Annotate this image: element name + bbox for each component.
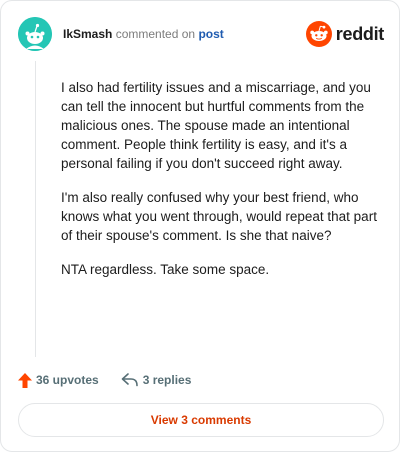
snoo-avatar-icon[interactable] [18, 17, 52, 51]
upvote-button[interactable]: 36 upvotes [18, 372, 99, 388]
comment-meta: IkSmash commented on post [63, 26, 224, 42]
upvote-arrow-icon [18, 372, 32, 388]
post-link[interactable]: post [198, 27, 223, 41]
author-name[interactable]: IkSmash [63, 27, 112, 41]
comment-header: IkSmash commented on post reddit [18, 17, 384, 51]
comment-paragraph: I'm also really confused why your best f… [61, 190, 377, 243]
brand-wordmark: reddit [335, 23, 385, 44]
comment-paragraph: I also had fertility issues and a miscar… [61, 80, 371, 171]
thread-line [35, 61, 36, 357]
comment-footer: 36 upvotes 3 replies [18, 370, 191, 390]
reddit-logo-icon [305, 21, 332, 47]
comment-body: I also had fertility issues and a miscar… [61, 78, 379, 294]
reply-arrow-icon [121, 373, 138, 387]
comment-card: IkSmash commented on post reddit I also … [0, 0, 400, 452]
action-text: commented on [115, 27, 196, 41]
upvote-count: 36 upvotes [36, 373, 99, 387]
replies-button[interactable]: 3 replies [121, 373, 192, 387]
reply-count: 3 replies [142, 373, 192, 387]
comment-paragraph: NTA regardless. Take some space. [61, 262, 270, 277]
view-comments-button[interactable]: View 3 comments [18, 403, 384, 437]
reddit-brand[interactable]: reddit [305, 20, 385, 48]
